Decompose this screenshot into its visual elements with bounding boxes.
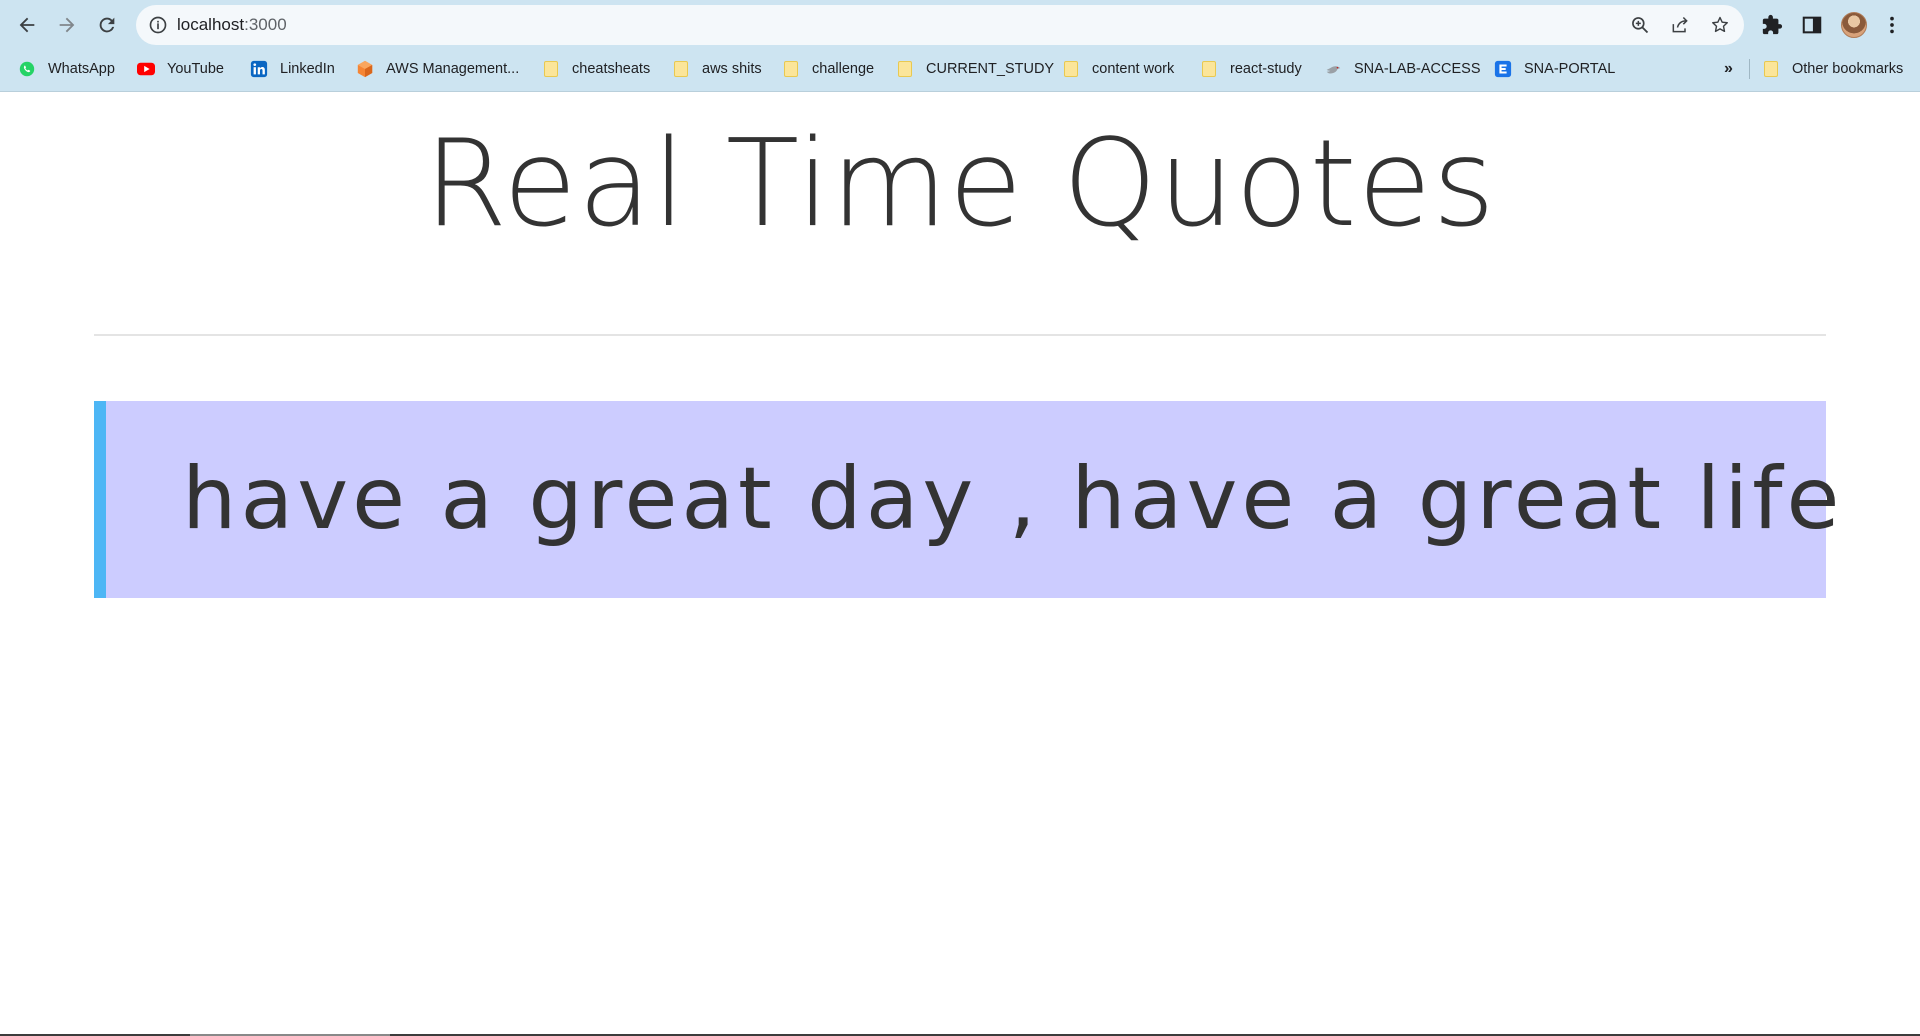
bookmark-label: LinkedIn — [280, 61, 335, 77]
bookmark-label: cheatsheats — [572, 61, 651, 77]
bookmark-label: WhatsApp — [48, 61, 115, 77]
more-bookmarks-button[interactable]: » — [1724, 50, 1733, 88]
back-button[interactable] — [12, 10, 42, 40]
bookmark-linkedin[interactable]: LinkedIn — [250, 50, 335, 88]
bookmark-folder-react-study[interactable]: react-study — [1200, 50, 1302, 88]
aws-cube-icon — [356, 60, 374, 78]
side-panel-icon — [1802, 16, 1822, 34]
bookmark-label: YouTube — [167, 61, 224, 77]
bookmark-whatsapp[interactable]: WhatsApp — [18, 50, 115, 88]
folder-icon — [1762, 60, 1780, 78]
bookmark-folder-aws-shits[interactable]: aws shits — [672, 50, 762, 88]
bookmark-folder-current-study[interactable]: CURRENT_STUDY — [896, 50, 1054, 88]
arrow-right-icon — [59, 17, 75, 33]
extensions-button[interactable] — [1760, 13, 1784, 37]
bookmarks-separator — [1749, 59, 1750, 79]
bookmark-label: AWS Management... — [386, 61, 520, 77]
chrome-divider — [0, 91, 1920, 92]
address-bar[interactable]: localhost:3000 — [136, 5, 1744, 45]
bookmark-folder-content-work[interactable]: content work — [1062, 50, 1174, 88]
bookmark-folder-challenge[interactable]: challenge — [782, 50, 874, 88]
portal-icon — [1494, 60, 1512, 78]
folder-icon — [1062, 60, 1080, 78]
reload-icon — [99, 17, 115, 33]
folder-icon — [542, 60, 560, 78]
quote-text: have a great day , have a great life — [182, 449, 1844, 549]
share-icon[interactable] — [1670, 15, 1690, 35]
url-host: localhost — [177, 15, 245, 34]
bookmark-folder-cheatsheats[interactable]: cheatsheats — [542, 50, 650, 88]
zoom-icon[interactable] — [1630, 15, 1650, 35]
bird-icon — [1324, 60, 1342, 78]
bookmark-label: aws shits — [702, 61, 762, 77]
bookmark-label: challenge — [812, 61, 875, 77]
linkedin-icon — [250, 60, 268, 78]
youtube-icon — [137, 60, 155, 78]
whatsapp-icon — [18, 60, 36, 78]
folder-icon — [782, 60, 800, 78]
bookmark-label: SNA-PORTAL — [1524, 61, 1616, 77]
bookmark-label: Other bookmarks — [1792, 61, 1904, 77]
folder-icon — [896, 60, 914, 78]
title-divider — [94, 334, 1826, 336]
bookmark-aws-management[interactable]: AWS Management... — [356, 50, 519, 88]
bookmark-sna-portal[interactable]: SNA-PORTAL — [1494, 50, 1615, 88]
url-text[interactable]: localhost:3000 — [177, 5, 287, 45]
menu-button[interactable] — [1880, 13, 1904, 37]
bookmark-label: react-study — [1230, 61, 1302, 77]
bookmark-label: SNA-LAB-ACCESS — [1354, 61, 1481, 77]
bookmark-label: content work — [1092, 61, 1175, 77]
other-bookmarks-folder[interactable]: Other bookmarks — [1762, 50, 1903, 88]
arrow-left-icon — [19, 17, 35, 33]
url-port: :3000 — [244, 15, 287, 34]
forward-button[interactable] — [52, 10, 82, 40]
info-icon[interactable] — [148, 15, 168, 35]
profile-avatar[interactable] — [1841, 12, 1867, 38]
page-title: Real Time Quotes — [424, 115, 1496, 254]
folder-icon — [672, 60, 690, 78]
kebab-menu-icon — [1890, 16, 1894, 34]
quote-card: have a great day , have a great life — [94, 401, 1839, 598]
folder-icon — [1200, 60, 1218, 78]
bookmarks-bar: WhatsApp YouTube LinkedIn AWS Management… — [0, 50, 1920, 88]
puzzle-icon — [1762, 14, 1783, 35]
browser-toolbar: localhost:3000 — [0, 0, 1920, 50]
bookmark-sna-lab-access[interactable]: SNA-LAB-ACCESS — [1324, 50, 1481, 88]
bookmark-youtube[interactable]: YouTube — [137, 50, 224, 88]
reload-button[interactable] — [92, 10, 122, 40]
chevron-double-right-icon: » — [1724, 60, 1733, 77]
browser-chrome: localhost:3000 WhatsApp YouTube LinkedIn — [0, 0, 1920, 92]
star-icon[interactable] — [1710, 15, 1730, 35]
side-panel-button[interactable] — [1800, 13, 1824, 37]
bookmark-label: CURRENT_STUDY — [926, 61, 1055, 77]
